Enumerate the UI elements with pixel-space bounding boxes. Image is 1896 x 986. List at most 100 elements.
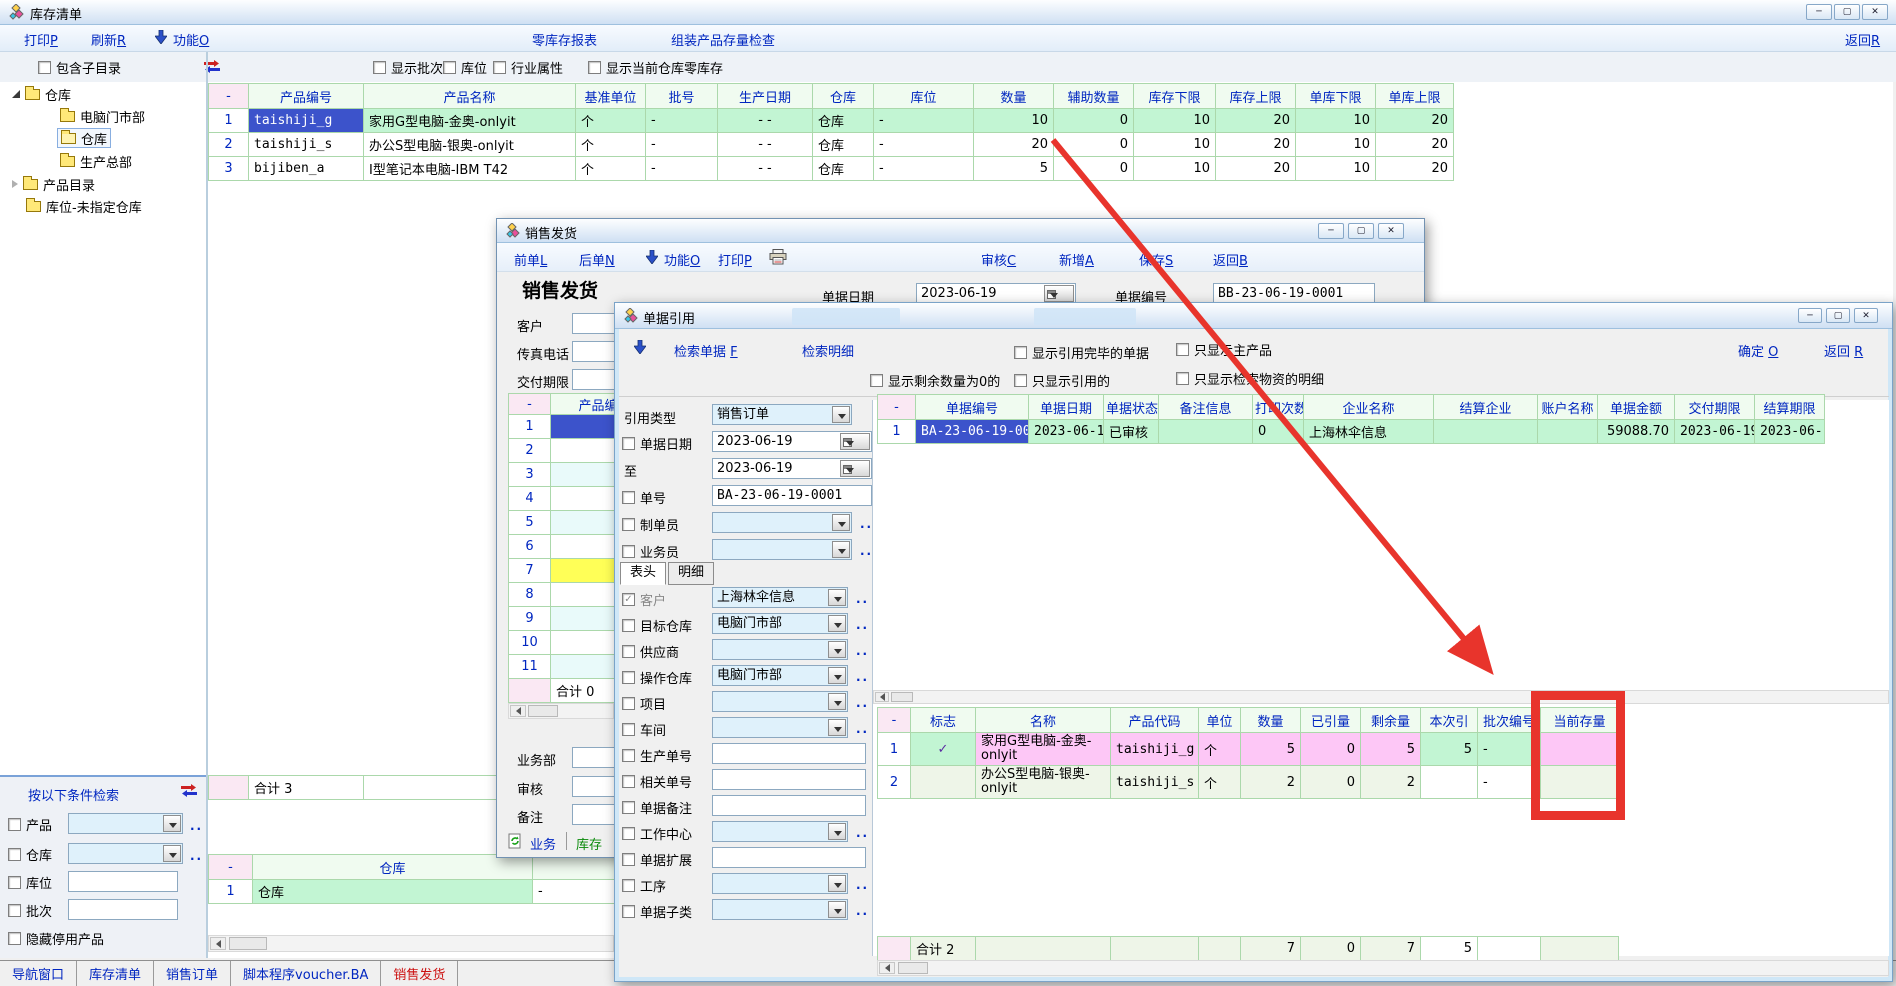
chevron-down-icon[interactable] [832, 541, 850, 558]
scroll-left-icon[interactable] [510, 705, 526, 717]
scrollbar-thumb[interactable] [898, 962, 928, 974]
taskbar-item-script[interactable]: 脚本程序voucher.BA [231, 961, 381, 986]
work-center-checkbox[interactable]: 工作中心 [622, 824, 692, 843]
show-zero-remaining-checkbox[interactable]: 显示剩余数量为0的 [870, 371, 1000, 390]
chevron-down-icon[interactable] [828, 719, 846, 736]
table-row[interactable]: 1仓库- [209, 880, 653, 904]
ref-mid-scrollbar[interactable] [873, 690, 1889, 704]
doc-subtype-checkbox[interactable]: 单据子类 [622, 902, 692, 921]
customer-filter-checkbox[interactable]: 客户 [622, 590, 666, 609]
function-button[interactable]: 功能O [173, 30, 209, 49]
doc-subtype-select[interactable] [712, 899, 848, 920]
process-checkbox[interactable]: 工序 [622, 876, 666, 895]
table-row[interactable]: 1BA-23-06-19-00012023-06-19已审核0上海林伞信息590… [878, 420, 1825, 444]
scrollbar-thumb[interactable] [891, 692, 913, 702]
doc-no-checkbox[interactable]: 单号 [622, 488, 666, 507]
tree-item-unassigned-location[interactable]: 库位-未指定仓库 [26, 197, 142, 215]
search-doc-button[interactable]: 检索单据 F [674, 341, 738, 360]
minimize-icon[interactable]: ─ [1798, 308, 1822, 323]
tree-item-production-hq[interactable]: 生产总部 [60, 152, 132, 170]
target-warehouse-select[interactable]: 电脑门市部 [712, 613, 848, 634]
industry-checkbox[interactable]: 行业属性 [493, 58, 563, 77]
project-checkbox[interactable]: 项目 [622, 694, 666, 713]
related-no-input[interactable] [712, 769, 866, 790]
search-product-checkbox[interactable]: 产品 [8, 815, 52, 834]
location-checkbox[interactable]: 库位 [443, 58, 487, 77]
doc-extend-input[interactable] [712, 847, 866, 868]
tree-item-computer-store[interactable]: 电脑门市部 [60, 107, 145, 125]
scrollbar-thumb[interactable] [528, 705, 558, 717]
printer-icon[interactable] [769, 249, 787, 269]
print-button[interactable]: 打印P [718, 250, 752, 269]
close-icon[interactable]: ✕ [1862, 4, 1888, 20]
supplier-checkbox[interactable]: 供应商 [622, 642, 679, 661]
include-subdir-checkbox[interactable]: 包含子目录 [38, 58, 121, 77]
target-warehouse-checkbox[interactable]: 目标仓库 [622, 616, 692, 635]
chevron-down-icon[interactable] [828, 875, 846, 892]
project-select[interactable] [712, 691, 848, 712]
function-arrow-icon[interactable] [634, 340, 646, 358]
date-to-input[interactable]: 2023-06-19 [712, 458, 872, 479]
search-detail-button[interactable]: 检索明细 [802, 341, 854, 360]
calendar-icon[interactable] [840, 433, 870, 450]
ref-doc-no-input[interactable]: BA-23-06-19-0001 [712, 485, 872, 506]
chevron-down-icon[interactable] [163, 845, 181, 862]
supplier-select[interactable] [712, 639, 848, 660]
doc-extend-checkbox[interactable]: 单据扩展 [622, 850, 692, 869]
browse-button[interactable]: .. [856, 722, 869, 736]
maker-checkbox[interactable]: 制单员 [622, 515, 679, 534]
zero-stock-report-link[interactable]: 零库存报表 [532, 30, 597, 49]
ok-button[interactable]: 确定 O [1738, 341, 1778, 360]
clerk-checkbox[interactable]: 业务员 [622, 542, 679, 561]
swap-icon[interactable] [180, 783, 198, 801]
chevron-down-icon[interactable] [828, 901, 846, 918]
show-completed-checkbox[interactable]: 显示引用完毕的单据 [1014, 343, 1149, 362]
tree-root-warehouse[interactable]: 仓库 [12, 85, 71, 103]
close-icon[interactable]: ✕ [1854, 308, 1878, 323]
table-row[interactable]: 3bijiben_aI型笔记本电脑-IBM T42个-- -仓库-5010201… [209, 157, 1454, 181]
product-browse-button[interactable]: .. [190, 819, 203, 833]
chevron-down-icon[interactable] [832, 514, 850, 531]
date-filter-checkbox[interactable]: 单据日期 [622, 434, 692, 453]
maximize-icon[interactable]: ▢ [1826, 308, 1850, 323]
customer-filter-select[interactable]: 上海林伞信息 [712, 587, 848, 608]
browse-button[interactable]: .. [856, 670, 869, 684]
next-doc-button[interactable]: 后单N [579, 250, 615, 269]
calendar-icon[interactable] [1044, 285, 1074, 302]
chevron-down-icon[interactable] [832, 406, 850, 423]
doc-no-input[interactable]: BB-23-06-19-0001 [1213, 283, 1375, 304]
hide-disabled-checkbox[interactable]: 隐藏停用产品 [8, 929, 104, 948]
show-zero-stock-checkbox[interactable]: 显示当前仓库零库存 [588, 58, 723, 77]
close-icon[interactable]: ✕ [1378, 223, 1404, 239]
scroll-left-icon[interactable] [210, 937, 226, 950]
doc-remark-checkbox[interactable]: 单据备注 [622, 798, 692, 817]
back-button[interactable]: 返回R [1845, 30, 1880, 49]
chevron-down-icon[interactable] [828, 667, 846, 684]
search-location-input[interactable] [68, 871, 178, 892]
function-arrow-icon[interactable] [646, 250, 658, 268]
tab-header[interactable]: 表头 [620, 562, 666, 585]
main-h-scrollbar[interactable] [208, 935, 614, 952]
chevron-down-icon[interactable] [828, 615, 846, 632]
browse-button[interactable]: .. [856, 904, 869, 918]
warehouse-browse-button[interactable]: .. [190, 849, 203, 863]
browse-button[interactable]: .. [856, 878, 869, 892]
clerk-select[interactable] [712, 539, 852, 560]
audit-button[interactable]: 审核C [981, 250, 1016, 269]
table-row[interactable]: 2taishiji_s办公S型电脑-银奥-onlyit个-- -仓库-20010… [209, 133, 1454, 157]
chevron-down-icon[interactable] [828, 693, 846, 710]
assembly-check-link[interactable]: 组装产品存量检查 [671, 30, 775, 49]
tree-item-warehouse-selected[interactable]: 仓库 [58, 129, 110, 147]
ref-bottom-scrollbar[interactable] [877, 960, 1889, 976]
show-batch-checkbox[interactable]: 显示批次 [373, 58, 443, 77]
process-select[interactable] [712, 873, 848, 894]
table-row[interactable]: 1✓家用G型电脑-金奥-onlyittaishiji_g个5055- [878, 733, 1619, 766]
operating-warehouse-checkbox[interactable]: 操作仓库 [622, 668, 692, 687]
sales-grid-scrollbar[interactable] [508, 703, 614, 719]
scrollbar-thumb[interactable] [229, 937, 267, 950]
tab-inventory[interactable]: 库存 [576, 834, 602, 853]
only-searched-material-checkbox[interactable]: 只显示检索物资的明细 [1176, 369, 1324, 388]
tree-expanded-icon[interactable] [12, 90, 20, 98]
browse-button[interactable]: .. [856, 644, 869, 658]
scroll-left-icon[interactable] [875, 692, 889, 702]
